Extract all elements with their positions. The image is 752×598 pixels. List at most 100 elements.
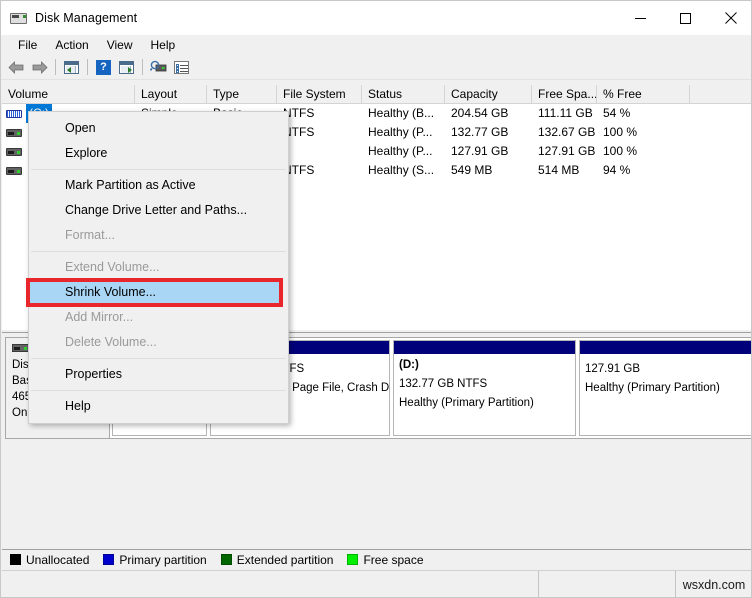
context-menu-item-help[interactable]: Help bbox=[29, 394, 288, 419]
partition-label: (D:) bbox=[399, 359, 419, 371]
cell-free-space: 514 MB bbox=[538, 163, 580, 177]
legend-label: Unallocated bbox=[26, 552, 90, 567]
context-menu-item-label: Shrink Volume... bbox=[65, 285, 157, 299]
legend-item-free-space: Free space bbox=[347, 552, 424, 567]
toolbar-separator bbox=[87, 59, 88, 75]
cell-capacity: 132.77 GB bbox=[451, 125, 509, 139]
partition-3[interactable]: 127.91 GB Healthy (Primary Partition) bbox=[579, 340, 751, 436]
partition-color-bar bbox=[394, 341, 575, 354]
cell-free-space: 127.91 GB bbox=[538, 144, 596, 158]
context-menu-item-change-drive-letter-and-paths[interactable]: Change Drive Letter and Paths... bbox=[29, 198, 288, 223]
title-bar: Disk Management bbox=[1, 1, 751, 35]
legend-swatch-unallocated bbox=[10, 554, 21, 565]
column-header-free-space[interactable]: Free Spa... bbox=[532, 85, 597, 103]
cell-free-space: 132.67 GB bbox=[538, 125, 596, 139]
legend: Unallocated Primary partition Extended p… bbox=[2, 549, 751, 569]
system-volume-icon bbox=[6, 108, 22, 120]
volume-icon bbox=[6, 146, 22, 158]
legend-label: Extended partition bbox=[236, 552, 334, 567]
column-header-capacity[interactable]: Capacity bbox=[445, 85, 532, 103]
properties-list-icon[interactable] bbox=[170, 56, 193, 78]
status-bar: wsxdn.com bbox=[2, 570, 751, 597]
volume-list-header: Volume Layout Type File System Status Ca… bbox=[2, 85, 751, 104]
menu-help[interactable]: Help bbox=[142, 37, 185, 53]
menu-action[interactable]: Action bbox=[46, 37, 97, 53]
disk-icon bbox=[12, 342, 29, 354]
window-title: Disk Management bbox=[35, 11, 138, 25]
legend-item-unallocated: Unallocated bbox=[10, 553, 89, 567]
partition-size: 127.91 GB bbox=[585, 363, 640, 375]
partition-color-bar bbox=[580, 341, 751, 354]
toolbar-separator bbox=[55, 59, 56, 75]
cell-capacity: 549 MB bbox=[451, 163, 493, 177]
context-menu-separator bbox=[31, 169, 286, 170]
cell-status: Healthy (P... bbox=[368, 144, 433, 158]
column-header-volume[interactable]: Volume bbox=[2, 85, 135, 103]
close-button[interactable] bbox=[708, 1, 751, 35]
column-header-file-system[interactable]: File System bbox=[277, 85, 362, 103]
partition-status: Healthy (Primary Partition) bbox=[399, 397, 534, 409]
disk-drive-icon bbox=[10, 10, 28, 26]
legend-swatch-free-space bbox=[347, 554, 359, 565]
volume-icon bbox=[6, 127, 22, 139]
cell-free-space: 111.11 GB bbox=[538, 106, 593, 120]
context-menu-item-format: Format... bbox=[65, 228, 116, 242]
action-icon[interactable] bbox=[115, 56, 138, 78]
maximize-button[interactable] bbox=[663, 1, 708, 35]
minimize-button[interactable] bbox=[618, 1, 663, 35]
column-header-type[interactable]: Type bbox=[207, 85, 277, 103]
menu-bar: File Action View Help bbox=[1, 35, 751, 55]
cell-percent-free: 94 % bbox=[603, 163, 631, 177]
status-pane-secondary bbox=[539, 571, 676, 597]
context-menu-separator bbox=[31, 251, 286, 252]
toolbar-separator bbox=[142, 59, 143, 75]
cell-percent-free: 54 % bbox=[603, 106, 631, 120]
column-header-filler[interactable] bbox=[690, 85, 751, 103]
help-icon[interactable]: ? bbox=[92, 56, 115, 78]
cell-capacity: 127.91 GB bbox=[451, 144, 509, 158]
legend-item-extended-partition: Extended partition bbox=[220, 552, 334, 567]
show-hide-console-tree-icon[interactable] bbox=[60, 56, 83, 78]
partition-status: Healthy (Primary Partition) bbox=[585, 382, 720, 394]
partition-2[interactable]: (D:) 132.77 GB NTFS Healthy (Primary Par… bbox=[393, 340, 576, 436]
cell-file-system: NTFS bbox=[283, 125, 315, 139]
cell-percent-free: 100 % bbox=[603, 144, 638, 158]
cell-capacity: 204.54 GB bbox=[451, 106, 509, 120]
cell-file-system: NTFS bbox=[283, 163, 315, 177]
context-menu-item-shrink-volume[interactable]: Shrink Volume... bbox=[26, 278, 288, 307]
cell-status: Healthy (B... bbox=[368, 106, 435, 120]
window-controls bbox=[618, 1, 751, 35]
column-header-percent-free[interactable]: % Free bbox=[597, 85, 690, 103]
legend-swatch-primary-partition bbox=[103, 554, 115, 565]
context-menu-item-extend-volume: Extend Volume... bbox=[65, 260, 160, 274]
forward-icon[interactable] bbox=[28, 56, 51, 78]
cell-status: Healthy (S... bbox=[368, 163, 435, 177]
legend-item-primary-partition: Primary partition bbox=[103, 552, 207, 567]
disk-management-window: Disk Management File Action View Help ? … bbox=[0, 0, 752, 598]
legend-label: Free space bbox=[363, 552, 424, 567]
context-menu-item-add-mirror: Add Mirror... bbox=[65, 310, 134, 324]
context-menu-item-mark-partition-as-active[interactable]: Mark Partition as Active bbox=[29, 173, 288, 198]
volume-icon bbox=[6, 165, 22, 177]
legend-swatch-extended-partition bbox=[220, 554, 232, 565]
cell-file-system: NTFS bbox=[283, 106, 315, 120]
back-icon[interactable] bbox=[5, 56, 28, 78]
cell-percent-free: 100 % bbox=[603, 125, 638, 139]
context-menu-separator bbox=[31, 390, 286, 391]
context-menu-item-explore[interactable]: Explore bbox=[29, 141, 288, 166]
context-menu-item-open[interactable]: Open bbox=[29, 116, 288, 141]
menu-view[interactable]: View bbox=[98, 37, 142, 53]
column-header-status[interactable]: Status bbox=[362, 85, 445, 103]
context-menu-item-properties[interactable]: Properties bbox=[29, 362, 288, 387]
legend-label: Primary partition bbox=[119, 552, 207, 567]
partition-size: 132.77 GB NTFS bbox=[399, 378, 488, 390]
status-pane-primary bbox=[2, 571, 539, 597]
rescan-disks-icon[interactable] bbox=[147, 56, 170, 78]
context-menu-separator bbox=[31, 358, 286, 359]
context-menu-item-delete-volume: Delete Volume... bbox=[65, 335, 157, 349]
cell-status: Healthy (P... bbox=[368, 125, 433, 139]
toolbar: ? bbox=[1, 55, 751, 80]
menu-file[interactable]: File bbox=[9, 37, 46, 53]
column-header-layout[interactable]: Layout bbox=[135, 85, 207, 103]
watermark: wsxdn.com bbox=[682, 578, 746, 592]
